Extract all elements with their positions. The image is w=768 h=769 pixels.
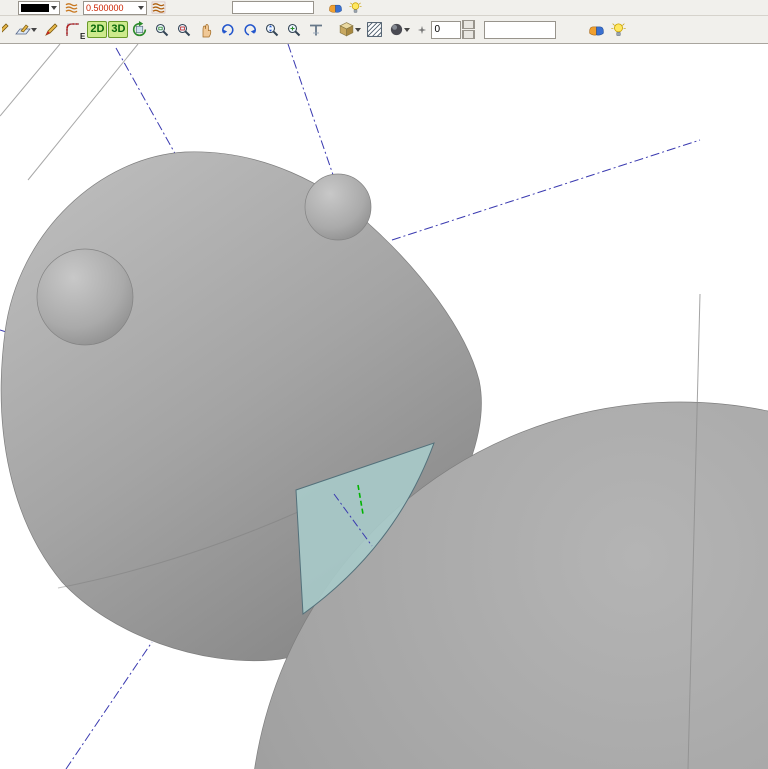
zoom-window-icon[interactable] [173, 19, 194, 40]
chevron-down-icon [463, 30, 474, 39]
chevron-up-icon [463, 20, 474, 29]
model-viewport[interactable] [0, 44, 768, 769]
current-color-swatch [21, 4, 49, 12]
tsquare-icon[interactable] [305, 19, 326, 40]
draw-plane-icon[interactable] [12, 19, 39, 40]
model-bump-left[interactable] [37, 249, 133, 345]
zoom-extents-icon[interactable] [151, 19, 172, 40]
chevron-down-icon [138, 6, 144, 10]
pencil-partial-icon[interactable] [1, 19, 11, 40]
chevron-down-icon [31, 28, 37, 32]
grab-hands-icon[interactable] [586, 19, 607, 40]
grab-hands-icon[interactable] [327, 1, 344, 14]
lightbulb-icon[interactable] [347, 1, 364, 14]
spinner-down-button[interactable] [462, 30, 475, 39]
zoom-in-icon[interactable] [283, 19, 304, 40]
color-swatch-dropdown[interactable] [18, 1, 60, 15]
hatch-pattern-icon[interactable] [364, 19, 385, 40]
view-3d-button[interactable]: 3D [108, 21, 128, 38]
fillet-mode-label: E [80, 32, 85, 41]
attribute-text-input[interactable] [232, 1, 314, 14]
rotate-right-icon[interactable] [239, 19, 260, 40]
model-scene [0, 44, 768, 769]
chevron-down-icon [51, 6, 57, 10]
hatch-style-2-icon[interactable] [150, 1, 167, 14]
line-width-value: 0.500000 [86, 3, 136, 13]
view-2d-button[interactable]: 2D [87, 21, 107, 38]
rotate-left-icon[interactable] [217, 19, 238, 40]
rotate-view-icon[interactable] [129, 19, 150, 40]
lightbulb-icon[interactable] [608, 19, 629, 40]
model-bump-right[interactable] [305, 174, 371, 240]
sphere-render-icon[interactable] [386, 19, 412, 40]
level-input[interactable] [431, 21, 461, 39]
chevron-down-icon [355, 28, 361, 32]
pencil-edit-icon[interactable] [40, 19, 61, 40]
star-icon[interactable] [413, 23, 430, 36]
line-width-combo[interactable]: 0.500000 [83, 1, 147, 15]
view-toolbar: E 2D 3D [0, 16, 768, 44]
level-spinner[interactable] [431, 20, 475, 39]
chevron-down-icon [404, 28, 410, 32]
attribute-toolbar: 0.500000 [0, 0, 768, 16]
spinner-up-button[interactable] [462, 20, 475, 29]
name-input[interactable] [484, 21, 556, 39]
hatch-style-icon[interactable] [63, 1, 80, 14]
shaded-view-icon[interactable] [335, 19, 363, 40]
zoom-dynamic-icon[interactable] [261, 19, 282, 40]
pan-hand-icon[interactable] [195, 19, 216, 40]
